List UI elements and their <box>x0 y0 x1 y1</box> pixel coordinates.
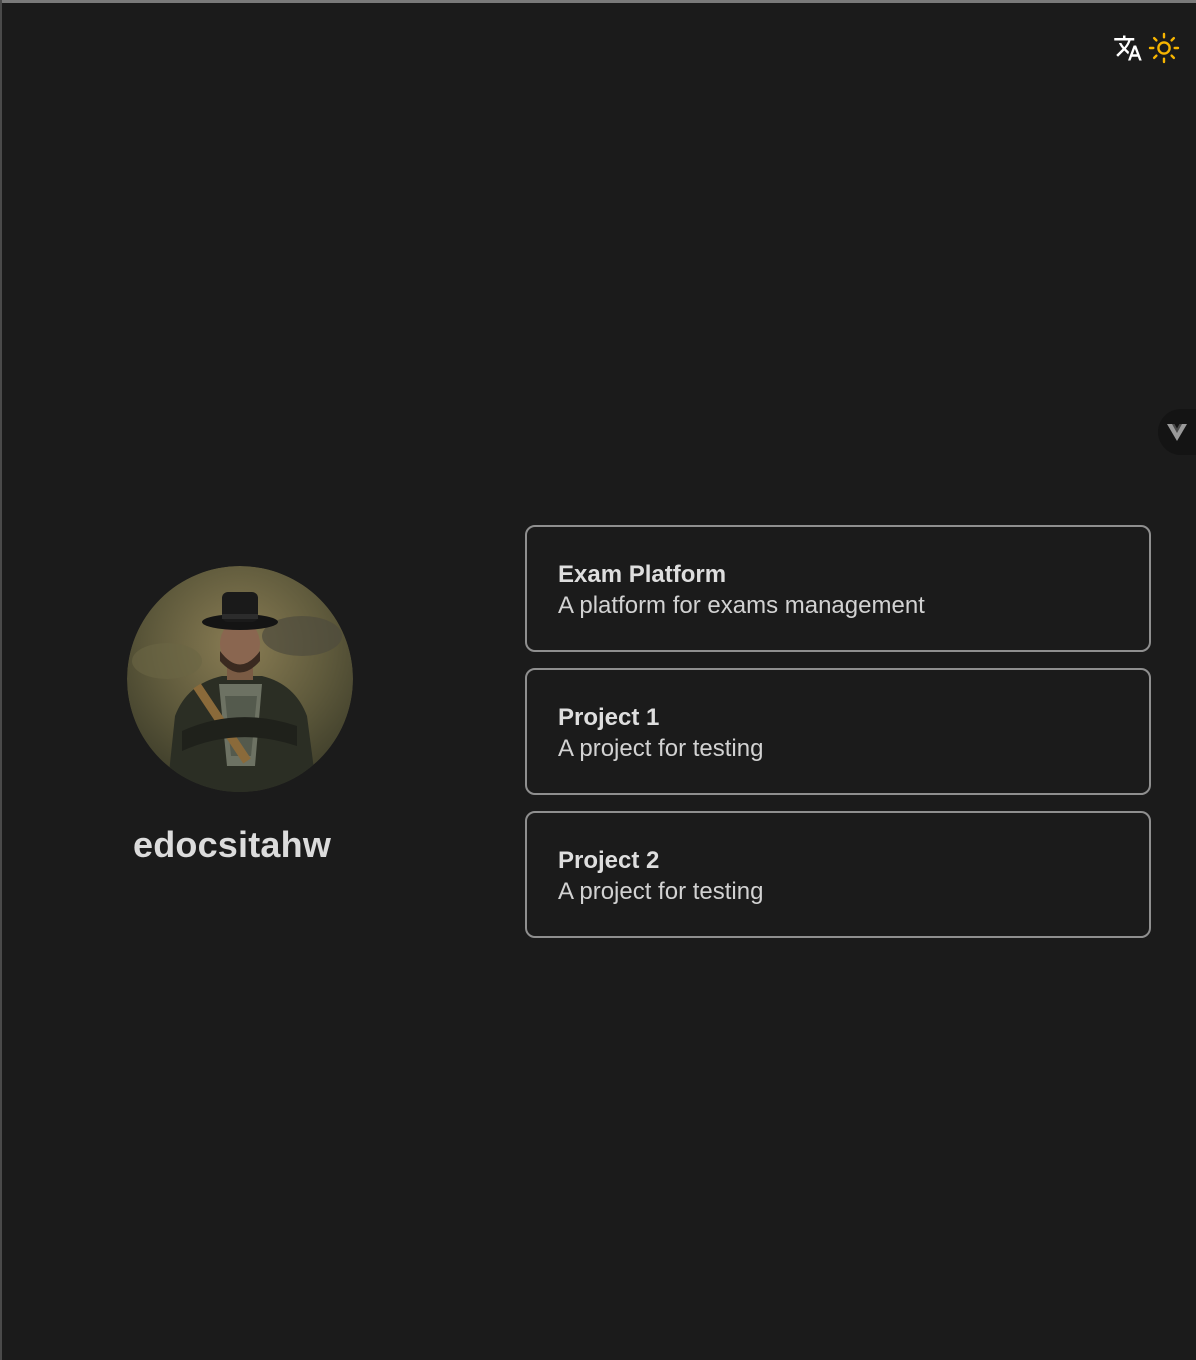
translate-icon <box>1114 35 1142 61</box>
project-description: A project for testing <box>558 735 764 762</box>
sun-icon <box>1148 32 1180 64</box>
language-toggle-button[interactable] <box>1112 32 1144 64</box>
vue-devtools-toggle[interactable] <box>1158 409 1196 455</box>
theme-toggle-button[interactable] <box>1148 32 1180 64</box>
avatar <box>127 566 353 792</box>
project-title: Project 1 <box>558 704 660 731</box>
project-description: A project for testing <box>558 878 764 905</box>
project-title: Project 2 <box>558 847 660 874</box>
vue-logo-icon <box>1167 424 1187 441</box>
project-card[interactable]: Project 2 A project for testing <box>525 811 1151 938</box>
window-left-border <box>0 0 2 1360</box>
project-list: Exam Platform A platform for exams manag… <box>525 525 1151 938</box>
project-card[interactable]: Exam Platform A platform for exams manag… <box>525 525 1151 652</box>
project-description: A platform for exams management <box>558 592 925 619</box>
window-top-border <box>0 0 1196 3</box>
profile-section: edocsitahw <box>127 566 353 866</box>
project-title: Exam Platform <box>558 561 727 588</box>
project-card[interactable]: Project 1 A project for testing <box>525 668 1151 795</box>
header-controls <box>1112 32 1180 64</box>
username: edocsitahw <box>132 824 332 865</box>
